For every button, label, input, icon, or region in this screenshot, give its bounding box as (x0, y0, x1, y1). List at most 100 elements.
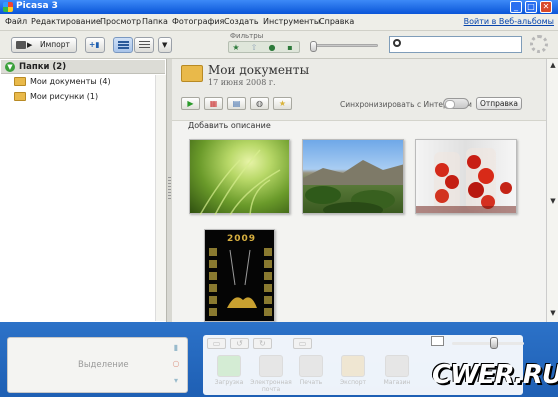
tomato-jars-photo[interactable] (415, 139, 517, 214)
grass-photo[interactable] (189, 139, 290, 215)
calendar-2009-photo[interactable]: 2009 (204, 229, 275, 322)
album-folder-icon (181, 65, 203, 82)
folder-scrollbar[interactable] (155, 75, 166, 321)
album-date: 17 июня 2008 г. (208, 78, 276, 87)
import-button[interactable]: ▶ Импорт (11, 37, 77, 53)
upload-label: Загрузка (214, 379, 244, 386)
scroll-down-icon[interactable]: ▼ (548, 197, 558, 207)
menu-bar: Файл Редактирование Просмотр Папка Фотог… (0, 14, 558, 31)
menu-edit[interactable]: Редактирование (31, 17, 101, 26)
folder-icon (14, 92, 26, 101)
mountain-shapes (303, 160, 403, 213)
grass-blades (199, 149, 281, 215)
tomato-jars (416, 148, 516, 213)
chevron-down-icon: ▼ (162, 41, 168, 49)
filter-slider-knob[interactable] (310, 41, 317, 52)
menu-help[interactable]: Справка (319, 17, 354, 26)
print-small-icon[interactable]: ▭ (207, 338, 226, 349)
mountain-photo[interactable] (302, 139, 404, 214)
window-title: Picasa 3 (16, 1, 58, 11)
sync-toggle[interactable] (443, 98, 469, 109)
movie-icon: ▤ (232, 99, 241, 108)
folder-icon (14, 77, 26, 86)
upload-icon[interactable] (217, 355, 241, 377)
export-label: Экспорт (339, 379, 366, 386)
selection-label: Выделение (78, 360, 129, 370)
shop-label: Магазин (383, 379, 411, 386)
print-label: Печать (299, 379, 323, 386)
print-icon[interactable] (299, 355, 323, 377)
list-view-icon (118, 41, 129, 49)
folder-panel: ▼ Папки (2) Мои документы (4) Мои рисунк… (0, 59, 167, 322)
menu-tools[interactable]: Инструменты (263, 17, 320, 26)
menu-photo[interactable]: Фотография (172, 17, 224, 26)
filters-group: ★ ⇧ ● ▪ (228, 41, 300, 53)
zoom-slider[interactable] (452, 342, 524, 345)
collapse-icon[interactable]: ▼ (5, 62, 15, 72)
filters-label: Фильтры (230, 32, 264, 40)
clear-icon[interactable]: ○ (169, 357, 183, 371)
menu-create[interactable]: Создать (224, 17, 259, 26)
play-slideshow-button[interactable]: ▶ (181, 97, 200, 110)
arrow-right-icon: ▶ (27, 41, 33, 49)
upload-filter-icon[interactable]: ⇧ (249, 43, 259, 52)
zoom-slider-knob[interactable] (490, 337, 498, 349)
album-scrollbar[interactable]: ▲ ▼ ▼ (546, 59, 558, 322)
selection-tray[interactable]: Выделение ▮ ○ ▾ (7, 337, 188, 393)
calendar-graphics (209, 248, 272, 316)
person-filter-icon[interactable]: ● (267, 43, 277, 52)
view-tree-button[interactable] (134, 37, 154, 53)
import-label: Импорт (40, 40, 70, 49)
email-icon[interactable] (259, 355, 283, 377)
menu-view[interactable]: Просмотр (100, 17, 141, 26)
movie-button[interactable]: ▤ (227, 97, 246, 110)
collage-icon: ▦ (209, 99, 218, 108)
web-albums-link[interactable]: Войти в Веб-альбомы (464, 17, 554, 26)
star-icon: ★ (278, 99, 287, 108)
rotate-right-icon[interactable]: ↻ (253, 338, 272, 349)
export-icon[interactable] (341, 355, 365, 377)
cwer-watermark: CWER.RU (432, 360, 558, 390)
add-to-album-button[interactable]: +▮ (85, 37, 105, 53)
send-button[interactable]: Отправка (476, 97, 522, 110)
play-icon: ▶ (187, 99, 194, 108)
scroll-bottom-icon[interactable]: ▼ (548, 309, 558, 319)
folder-label: Мои документы (4) (30, 77, 111, 86)
geotag-button[interactable]: ◍ (250, 97, 269, 110)
video-filter-icon[interactable]: ▪ (285, 43, 295, 52)
search-input[interactable] (406, 38, 519, 51)
add-to-album-icon[interactable]: ▾ (169, 374, 183, 388)
folders-header[interactable]: ▼ Папки (2) (1, 60, 165, 74)
view-list-button[interactable] (113, 37, 133, 53)
camera-icon (16, 41, 26, 49)
star-album-button[interactable]: ★ (273, 97, 292, 110)
search-field[interactable] (389, 36, 522, 53)
bottom-tray: Выделение ▮ ○ ▾ ▭ ↺ ↻ ▭ Загрузка Электро… (0, 322, 558, 397)
close-icon[interactable]: ✕ (540, 1, 552, 13)
zoom-icon (431, 336, 444, 346)
add-description-link[interactable]: Добавить описание (188, 121, 271, 130)
pin-icon[interactable]: ▮ (169, 341, 183, 355)
folder-label: Мои рисунки (1) (30, 92, 99, 101)
album-view: Мои документы 17 июня 2008 г. ▶ ▦ ▤ ◍ ★ … (172, 59, 546, 322)
collage-button[interactable]: ▦ (204, 97, 223, 110)
search-icon (393, 39, 401, 47)
filter-slider[interactable] (312, 44, 378, 47)
folders-header-label: Папки (2) (19, 62, 67, 72)
shop-icon[interactable] (385, 355, 409, 377)
toolbar: ▶ Импорт +▮ ▼ Фильтры ★ ⇧ ● ▪ (0, 31, 558, 59)
menu-folder[interactable]: Папка (142, 17, 168, 26)
maximize-icon[interactable]: □ (525, 1, 537, 13)
edit-small-icon[interactable]: ▭ (293, 338, 312, 349)
scroll-up-icon[interactable]: ▲ (548, 61, 558, 71)
album-header: Мои документы 17 июня 2008 г. ▶ ▦ ▤ ◍ ★ … (172, 59, 546, 121)
minimize-icon[interactable]: _ (510, 1, 522, 13)
splitter-grip-icon[interactable] (168, 177, 171, 201)
title-bar: Picasa 3 _ □ ✕ (0, 0, 558, 14)
globe-icon: ◍ (256, 99, 263, 108)
picasa-app-icon (3, 2, 13, 12)
view-dropdown-button[interactable]: ▼ (158, 37, 172, 53)
rotate-left-icon[interactable]: ↺ (230, 338, 249, 349)
star-filter-icon[interactable]: ★ (231, 43, 241, 52)
menu-file[interactable]: Файл (5, 17, 27, 26)
